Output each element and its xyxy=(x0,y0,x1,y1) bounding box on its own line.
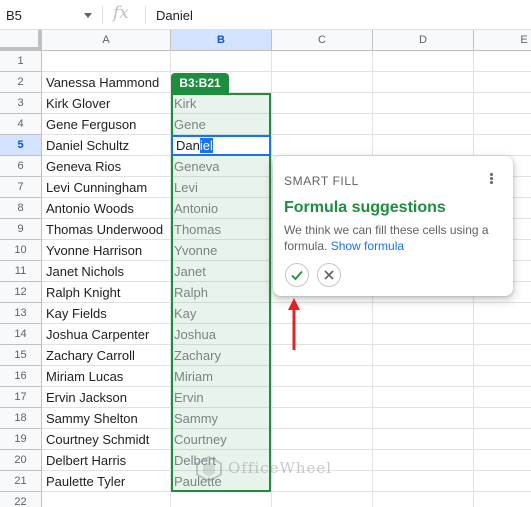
smart-fill-card: SMART FILL Formula suggestions We think … xyxy=(273,156,513,296)
accept-suggestion-button[interactable] xyxy=(285,263,309,287)
red-arrow-annotation xyxy=(288,298,300,350)
row-header[interactable]: 1 xyxy=(0,51,42,72)
column-header-d[interactable]: D xyxy=(373,30,474,51)
cell-a[interactable]: Thomas Underwood xyxy=(46,219,163,240)
cell-a[interactable]: Ralph Knight xyxy=(46,282,120,303)
fx-icon: fx xyxy=(113,3,129,23)
cell-a[interactable]: Miriam Lucas xyxy=(46,366,123,387)
row-header[interactable]: 3 xyxy=(0,93,42,114)
cell-a[interactable]: Antonio Woods xyxy=(46,198,134,219)
row-header[interactable]: 10 xyxy=(0,240,42,261)
cell-a[interactable]: Levi Cunningham xyxy=(46,177,147,198)
row-header[interactable]: 19 xyxy=(0,429,42,450)
column-header-e[interactable]: E xyxy=(474,30,531,51)
active-cell-text: Daniel xyxy=(176,137,213,154)
dismiss-suggestion-button[interactable] xyxy=(317,263,341,287)
row-header[interactable]: 11 xyxy=(0,261,42,282)
name-box[interactable]: B5 xyxy=(0,0,102,30)
cell-a[interactable]: Delbert Harris xyxy=(46,450,126,471)
active-cell-text-plain: Dan xyxy=(176,138,200,153)
row-header[interactable]: 20 xyxy=(0,450,42,471)
column-header-b[interactable]: B xyxy=(171,30,272,51)
cell-a[interactable]: Janet Nichols xyxy=(46,261,124,282)
active-cell-editor[interactable]: Daniel xyxy=(171,135,271,156)
chevron-down-icon[interactable] xyxy=(84,13,92,18)
cell-a[interactable]: Vanessa Hammond xyxy=(46,72,159,93)
row-header[interactable]: 6 xyxy=(0,156,42,177)
smart-fill-header: SMART FILL xyxy=(284,174,359,188)
row-header[interactable]: 17 xyxy=(0,387,42,408)
active-cell-text-suggestion: iel xyxy=(199,138,213,153)
row-header[interactable]: 9 xyxy=(0,219,42,240)
range-label-badge: B3:B21 xyxy=(171,73,229,93)
row-header[interactable]: 2 xyxy=(0,72,42,93)
cell-a[interactable]: Ervin Jackson xyxy=(46,387,127,408)
cell-a[interactable]: Geneva Rios xyxy=(46,156,121,177)
grid-column-line xyxy=(271,51,272,507)
row-header[interactable]: 4 xyxy=(0,114,42,135)
row-header[interactable]: 15 xyxy=(0,345,42,366)
officewheel-logo-icon xyxy=(196,455,222,483)
watermark-text: OfficeWheel xyxy=(228,459,333,477)
name-box-value: B5 xyxy=(6,8,22,23)
divider xyxy=(102,6,103,24)
column-header-c[interactable]: C xyxy=(272,30,373,51)
divider xyxy=(145,6,146,24)
row-header[interactable]: 22 xyxy=(0,492,42,507)
row-header[interactable]: 18 xyxy=(0,408,42,429)
cell-a[interactable]: Kay Fields xyxy=(46,303,107,324)
cell-a[interactable]: Paulette Tyler xyxy=(46,471,125,492)
formula-bar: B5 fx Daniel xyxy=(0,0,531,30)
cell-a[interactable]: Daniel Schultz xyxy=(46,135,129,156)
smart-fill-description: We think we can fill these cells using a… xyxy=(284,222,504,254)
cell-a[interactable]: Yvonne Harrison xyxy=(46,240,142,261)
row-header[interactable]: 8 xyxy=(0,198,42,219)
smart-fill-title: Formula suggestions xyxy=(284,199,446,216)
cell-a[interactable]: Joshua Carpenter xyxy=(46,324,149,345)
cell-a[interactable]: Gene Ferguson xyxy=(46,114,136,135)
officewheel-watermark: OfficeWheel xyxy=(194,455,340,483)
cell-a[interactable]: Sammy Shelton xyxy=(46,408,138,429)
row-header[interactable]: 13 xyxy=(0,303,42,324)
select-all-corner[interactable] xyxy=(0,30,42,51)
cell-a[interactable]: Kirk Glover xyxy=(46,93,110,114)
column-header-a[interactable]: A xyxy=(42,30,171,51)
row-header[interactable]: 12 xyxy=(0,282,42,303)
row-header[interactable]: 21 xyxy=(0,471,42,492)
formula-input[interactable]: Daniel xyxy=(156,8,193,23)
cell-a[interactable]: Zachary Carroll xyxy=(46,345,135,366)
row-header[interactable]: 16 xyxy=(0,366,42,387)
row-header[interactable]: 14 xyxy=(0,324,42,345)
show-formula-link[interactable]: Show formula xyxy=(331,239,404,253)
cell-a[interactable]: Courtney Schmidt xyxy=(46,429,149,450)
row-header[interactable]: 7 xyxy=(0,177,42,198)
more-vert-icon[interactable] xyxy=(483,172,499,188)
row-header[interactable]: 5 xyxy=(0,135,42,156)
close-icon xyxy=(324,270,334,280)
check-icon xyxy=(291,270,303,281)
